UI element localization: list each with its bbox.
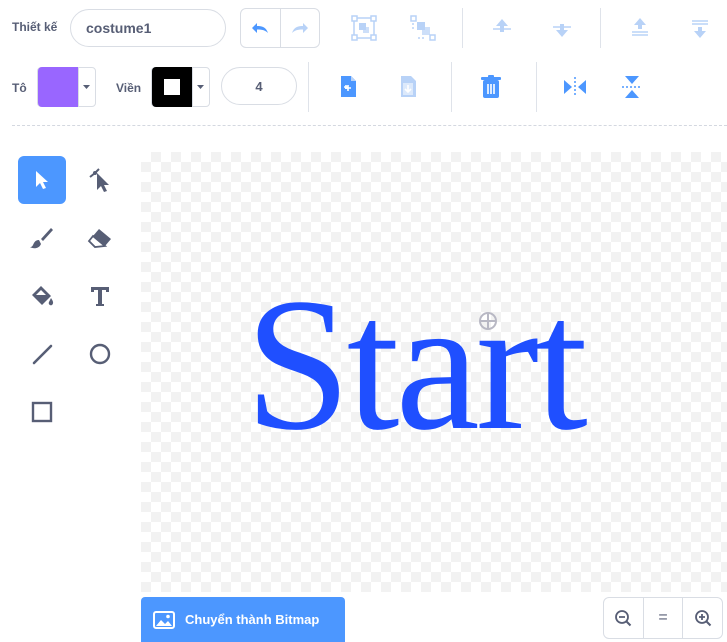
back-icon	[692, 20, 708, 38]
crosshair-icon	[479, 312, 497, 330]
costume-name-input[interactable]	[70, 9, 226, 47]
tool-select[interactable]	[18, 156, 66, 204]
ungroup-button[interactable]	[406, 11, 440, 45]
paste-icon	[401, 76, 416, 97]
flip-vertical-icon	[622, 76, 642, 98]
paste-button[interactable]	[391, 70, 425, 104]
forward-icon	[493, 19, 511, 32]
zoom-in-icon	[694, 610, 711, 627]
undo-button[interactable]	[241, 9, 281, 47]
undo-redo-group	[240, 8, 320, 48]
toolbar-row-top: Thiết kế	[0, 0, 727, 56]
convert-to-bitmap-button[interactable]: Chuyển thành Bitmap	[141, 597, 345, 642]
chevron-down-icon	[192, 67, 208, 107]
delete-button[interactable]	[474, 70, 508, 104]
fill-swatch	[38, 67, 78, 107]
zoom-in-button[interactable]	[682, 598, 722, 638]
group-button[interactable]	[347, 11, 381, 45]
copy-icon	[341, 76, 356, 97]
circle-icon	[89, 343, 111, 365]
trash-icon	[481, 75, 501, 98]
copy-button[interactable]	[331, 70, 365, 104]
image-icon	[153, 610, 175, 629]
tool-circle[interactable]	[76, 330, 124, 378]
rectangle-icon	[31, 401, 53, 423]
zoom-out-button[interactable]	[604, 598, 643, 638]
tool-eraser[interactable]	[76, 214, 124, 262]
text-icon	[91, 287, 109, 306]
front-button[interactable]	[623, 11, 657, 45]
tool-reshape[interactable]	[76, 156, 124, 204]
paint-canvas[interactable]: Start	[141, 152, 727, 592]
zoom-controls: =	[603, 597, 723, 639]
front-icon	[632, 18, 648, 36]
toolbar-separator	[451, 62, 452, 112]
group-icon	[351, 15, 377, 41]
fill-label: Tô	[12, 81, 27, 95]
flip-horizontal-icon	[564, 77, 586, 97]
redo-icon	[291, 23, 308, 33]
toolbar-row-bottom: Tô Viền	[0, 56, 727, 118]
canvas-text-start[interactable]: Start	[245, 270, 588, 460]
forward-button[interactable]	[485, 11, 519, 45]
tool-rectangle[interactable]	[18, 388, 66, 436]
ungroup-icon	[410, 15, 436, 41]
redo-button[interactable]	[281, 9, 320, 47]
line-icon	[32, 344, 53, 365]
brush-icon	[30, 228, 53, 249]
arrow-icon	[36, 171, 48, 189]
toolbar-separator	[308, 62, 309, 112]
chevron-down-icon	[78, 67, 94, 107]
outline-label: Viền	[116, 81, 142, 95]
eraser-icon	[87, 229, 111, 248]
fill-bucket-icon	[32, 286, 54, 306]
toolbar-separator	[462, 8, 463, 48]
costume-label: Thiết kế	[12, 20, 58, 34]
toolbar-separator	[536, 62, 537, 112]
reshape-icon	[89, 168, 109, 192]
toolbar-separator	[600, 8, 601, 48]
tool-line[interactable]	[18, 330, 66, 378]
backward-button[interactable]	[545, 11, 579, 45]
zoom-out-icon	[615, 610, 632, 627]
back-button[interactable]	[683, 11, 717, 45]
zoom-reset-button[interactable]: =	[642, 598, 683, 638]
flip-horizontal-button[interactable]	[558, 70, 592, 104]
outline-width-input[interactable]	[221, 67, 297, 105]
undo-icon	[252, 23, 269, 33]
toolbar-divider	[12, 125, 727, 126]
flip-vertical-button[interactable]	[615, 70, 649, 104]
backward-icon	[553, 24, 571, 37]
tool-text[interactable]	[76, 272, 124, 320]
convert-to-bitmap-label: Chuyển thành Bitmap	[185, 612, 320, 627]
outline-swatch	[152, 67, 192, 107]
tool-brush[interactable]	[18, 214, 66, 262]
tool-fill[interactable]	[18, 272, 66, 320]
fill-color-picker[interactable]	[37, 67, 96, 107]
outline-color-picker[interactable]	[151, 67, 210, 107]
